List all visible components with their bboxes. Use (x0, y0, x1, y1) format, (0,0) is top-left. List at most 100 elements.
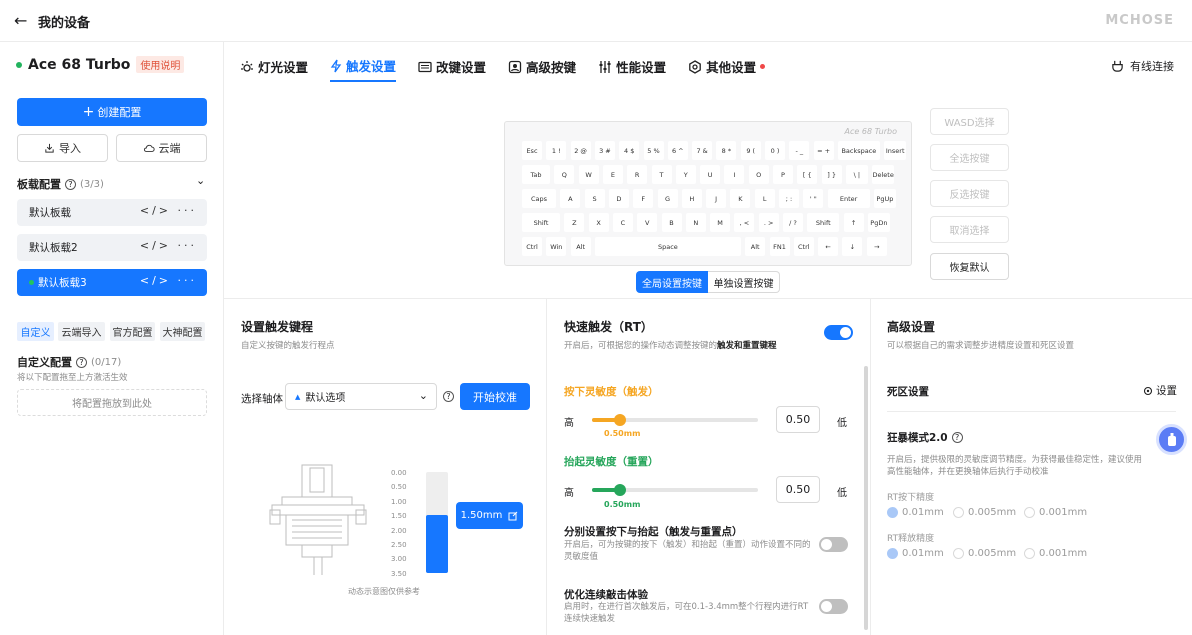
key-1-3[interactable]: E (602, 165, 623, 184)
board-config-item-active[interactable]: 默认板载3 </> ··· (17, 269, 207, 296)
key-1-1[interactable]: Q (554, 165, 575, 184)
key-2-11[interactable]: ' " (803, 189, 824, 208)
key-4-9[interactable]: → (866, 237, 887, 256)
key-2-12[interactable]: Enter (827, 189, 870, 208)
key-0-9[interactable]: 9 ( (740, 141, 761, 160)
single-keys-toggle[interactable]: 单独设置按键 (708, 271, 780, 293)
import-button[interactable]: 导入 (17, 134, 108, 162)
tab-other[interactable]: 其他设置 (688, 56, 766, 82)
key-2-7[interactable]: J (706, 189, 727, 208)
key-0-14[interactable]: Insert (884, 141, 907, 160)
cancel-select-button[interactable]: 取消选择 (930, 216, 1009, 243)
key-0-1[interactable]: 1 ! (546, 141, 567, 160)
key-3-3[interactable]: C (612, 213, 633, 232)
key-0-10[interactable]: 0 ) (765, 141, 785, 160)
chip-official[interactable]: 官方配置 (110, 322, 155, 341)
help-icon[interactable]: ? (951, 432, 963, 443)
key-4-4[interactable]: Alt (745, 237, 766, 256)
key-3-9[interactable]: . > (758, 213, 779, 232)
key-2-0[interactable]: Caps (522, 189, 556, 208)
key-1-10[interactable]: P (773, 165, 793, 184)
code-icon[interactable]: </> (140, 239, 171, 252)
key-2-4[interactable]: F (633, 189, 654, 208)
global-keys-toggle[interactable]: 全局设置按键 (636, 271, 708, 293)
chip-custom[interactable]: 自定义 (17, 322, 54, 341)
press-slider-thumb[interactable] (614, 414, 626, 426)
travel-value-badge[interactable]: 1.50mm (456, 502, 523, 529)
key-3-1[interactable]: Z (564, 213, 585, 232)
key-3-10[interactable]: / ? (783, 213, 803, 232)
tab-advanced-keys[interactable]: 高级按键 (508, 56, 576, 82)
lift-precision-option[interactable]: 0.01mm (887, 548, 944, 559)
key-0-11[interactable]: - _ (789, 141, 810, 160)
key-2-6[interactable]: H (681, 189, 702, 208)
code-icon[interactable]: </> (140, 204, 171, 217)
key-3-2[interactable]: X (588, 213, 609, 232)
key-2-8[interactable]: K (730, 189, 751, 208)
board-config-actions[interactable]: </> ··· (140, 239, 197, 252)
key-1-0[interactable]: Tab (522, 165, 550, 184)
tab-keymap[interactable]: 改键设置 (418, 56, 486, 82)
more-icon[interactable]: ··· (178, 239, 198, 252)
key-0-7[interactable]: 7 & (692, 141, 713, 160)
key-2-13[interactable]: PgUp (873, 189, 896, 208)
chip-cloud-import[interactable]: 云端导入 (58, 322, 105, 341)
key-0-5[interactable]: 5 % (643, 141, 664, 160)
key-0-4[interactable]: 4 $ (619, 141, 640, 160)
board-config-item[interactable]: 默认板载2 </> ··· (17, 234, 207, 261)
edit-icon[interactable] (508, 511, 518, 521)
more-icon[interactable]: ··· (178, 274, 198, 287)
key-0-12[interactable]: = + (813, 141, 834, 160)
deadzone-settings-button[interactable]: 设置 (1143, 383, 1177, 398)
key-4-3[interactable]: Space (594, 237, 741, 256)
key-1-2[interactable]: W (578, 165, 599, 184)
key-3-13[interactable]: PgDn (867, 213, 890, 232)
key-0-0[interactable]: Esc (522, 141, 542, 160)
key-1-5[interactable]: T (651, 165, 672, 184)
board-config-item[interactable]: 默认板载 </> ··· (17, 199, 207, 226)
key-0-6[interactable]: 6 ^ (667, 141, 688, 160)
key-2-2[interactable]: S (584, 189, 605, 208)
switch-select-dropdown[interactable]: ▲ 默认选项 ⌄ (285, 383, 437, 410)
key-1-12[interactable]: ] } (821, 165, 842, 184)
tab-trigger[interactable]: 触发设置 (330, 56, 397, 82)
key-2-5[interactable]: G (657, 189, 678, 208)
floating-assistant-icon[interactable] (1156, 424, 1187, 455)
key-2-1[interactable]: A (560, 189, 581, 208)
key-2-3[interactable]: D (608, 189, 629, 208)
lift-slider-thumb[interactable] (614, 484, 626, 496)
key-4-5[interactable]: FN1 (769, 237, 790, 256)
key-3-8[interactable]: , < (734, 213, 755, 232)
key-1-6[interactable]: Y (675, 165, 696, 184)
connection-status[interactable]: 有线连接 (1111, 58, 1174, 74)
help-icon[interactable]: ? (443, 391, 454, 402)
manual-link[interactable]: 使用说明 (136, 56, 185, 73)
key-3-12[interactable]: ↑ (843, 213, 864, 232)
key-1-9[interactable]: O (748, 165, 769, 184)
press-sensitivity-slider[interactable] (592, 414, 758, 426)
help-icon[interactable]: ? (76, 356, 87, 368)
key-1-13[interactable]: \ | (845, 165, 868, 184)
tab-lighting[interactable]: 灯光设置 (240, 56, 308, 82)
rt-toggle[interactable] (824, 325, 853, 340)
wasd-select-button[interactable]: WASD选择 (930, 108, 1009, 135)
select-all-button[interactable]: 全选按键 (930, 144, 1009, 171)
back-arrow-icon[interactable]: ← (14, 11, 27, 30)
travel-bar[interactable] (426, 472, 448, 573)
key-2-10[interactable]: ; : (779, 189, 799, 208)
key-1-7[interactable]: U (700, 165, 721, 184)
create-config-button[interactable]: + 创建配置 (17, 98, 207, 126)
key-4-1[interactable]: Win (546, 237, 567, 256)
lift-precision-option[interactable]: 0.005mm (953, 548, 1016, 559)
separate-trigger-toggle[interactable] (819, 537, 848, 552)
key-3-7[interactable]: M (710, 213, 731, 232)
key-3-5[interactable]: B (661, 213, 682, 232)
lift-value-input[interactable]: 0.50 (776, 476, 820, 503)
help-icon[interactable]: ? (65, 178, 76, 190)
press-value-input[interactable]: 0.50 (776, 406, 820, 433)
config-drop-zone[interactable]: 将配置拖放到此处 (17, 389, 207, 416)
rt-panel-scrollbar[interactable] (864, 366, 868, 630)
board-config-actions[interactable]: </> ··· (140, 274, 197, 287)
key-4-6[interactable]: Ctrl (793, 237, 814, 256)
code-icon[interactable]: </> (140, 274, 171, 287)
